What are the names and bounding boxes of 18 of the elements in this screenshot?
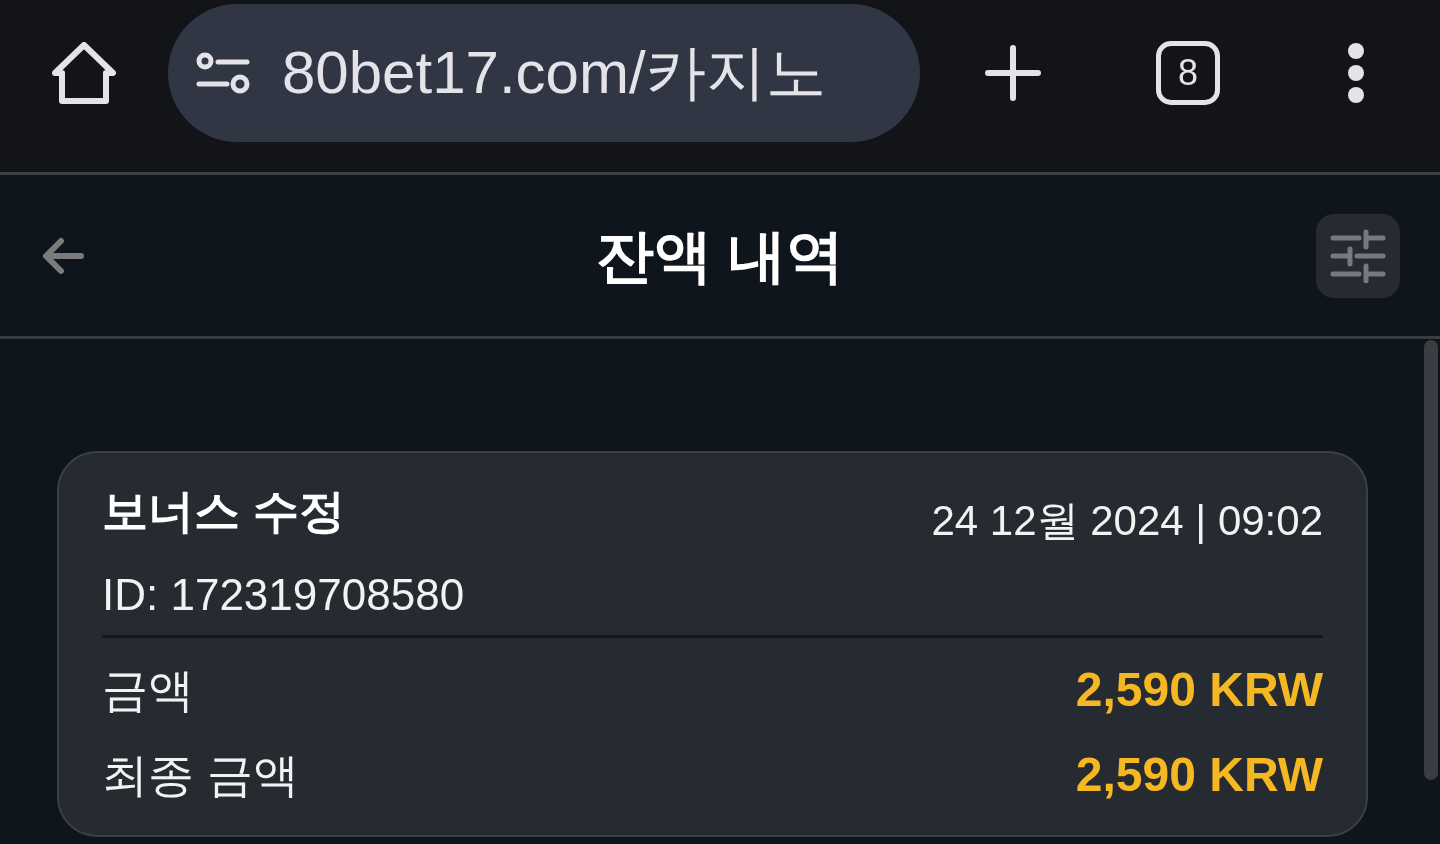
amount-label: 최종 금액: [102, 748, 299, 803]
amount-value: 2,590 KRW: [1075, 662, 1323, 718]
site-info-icon[interactable]: [196, 52, 250, 94]
back-arrow-icon[interactable]: [42, 236, 84, 275]
amount-label: 금액: [102, 663, 194, 718]
new-tab-icon[interactable]: [985, 45, 1041, 101]
address-bar[interactable]: 80bet17.com/카지노: [168, 4, 920, 142]
sliders-icon: [1330, 228, 1386, 283]
page-title: 잔액 내역: [595, 221, 845, 290]
transaction-title: 보너스 수정: [102, 484, 345, 539]
amount-value: 2,590 KRW: [1075, 747, 1323, 803]
home-icon[interactable]: [52, 42, 116, 104]
transaction-date: 24 12월 2024 | 09:02: [931, 496, 1323, 546]
transaction-id: ID: 172319708580: [102, 569, 465, 621]
filter-button[interactable]: [1316, 213, 1400, 298]
menu-icon[interactable]: [1346, 42, 1366, 104]
tab-switcher-button[interactable]: 8: [1156, 41, 1220, 105]
url-text: 80bet17.com/카지노: [282, 38, 826, 108]
